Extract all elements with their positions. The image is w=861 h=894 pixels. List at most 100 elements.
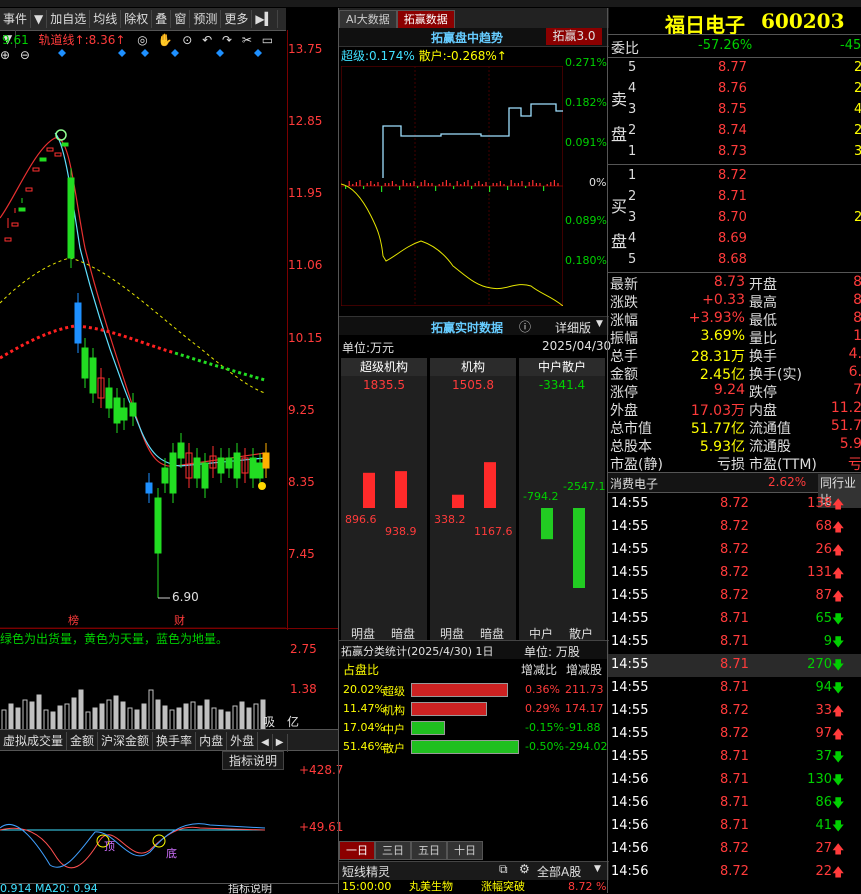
ask-row[interactable]: 2 8.74 2 <box>608 121 861 142</box>
tick-time: 14:56 <box>611 841 649 856</box>
tick-row[interactable]: 14:56 8.72 22 🡅 <box>608 861 861 884</box>
sector-row[interactable]: 消费电子 2.62% 同行业比 <box>608 472 861 508</box>
settings-icon[interactable]: ⚙ <box>519 862 530 876</box>
quote-label: 涨停 <box>610 385 638 401</box>
volume-bar <box>8 703 14 730</box>
arrow-up-icon: 🡅 <box>832 589 845 603</box>
tab-turnover[interactable]: 换手率 <box>153 732 197 750</box>
tick-row[interactable]: 14:55 8.72 87 🡅 <box>608 585 861 608</box>
menu-more[interactable]: 更多 <box>221 10 253 28</box>
menu-ma[interactable]: 均线 <box>90 10 122 28</box>
ask-row[interactable]: 5 8.77 2 <box>608 58 861 79</box>
tab-3day[interactable]: 三日 <box>375 841 411 860</box>
event-mark-finance[interactable]: 财 <box>174 612 185 628</box>
tick-row[interactable]: 14:55 8.72 97 🡅 <box>608 723 861 746</box>
tab-hs-amount[interactable]: 沪深金额 <box>98 732 154 750</box>
tick-row[interactable]: 14:56 8.71 41 🡇 <box>608 815 861 838</box>
ask-level: 5 <box>628 60 637 75</box>
ask-row[interactable]: 4 8.76 2 <box>608 79 861 100</box>
quote-row: 市盈(静) 亏损 市盈(TTM) 亏 <box>608 454 861 473</box>
trend-version-badge[interactable]: 拓赢3.0 <box>546 28 602 45</box>
tick-row[interactable]: 14:55 8.71 94 🡇 <box>608 677 861 700</box>
sprite-filter-icon[interactable]: ⧉ <box>499 862 508 877</box>
tab-1day[interactable]: 一日 <box>339 841 375 860</box>
tick-row[interactable]: 14:55 8.72 26 🡅 <box>608 539 861 562</box>
indicator-help-footer[interactable]: 指标说明 <box>228 884 272 894</box>
group-in-value: 896.6 <box>345 513 377 526</box>
tick-row[interactable]: 14:55 8.72 138 🡅 <box>608 493 861 516</box>
tab-virtual-volume[interactable]: 虚拟成交量 <box>0 732 68 750</box>
dropdown-arrow-icon[interactable]: ▼ <box>31 10 48 28</box>
detail-version-dropdown[interactable]: 详细版 <box>555 319 591 336</box>
low-price-label: 6.90 <box>172 590 199 604</box>
tab-tuoying-data[interactable]: 拓赢数据 <box>396 10 455 29</box>
volume-bar <box>1 709 7 730</box>
quote-label-2: 最低 <box>749 313 777 329</box>
trend-bar <box>463 182 465 186</box>
trend-bar <box>539 183 541 186</box>
classify-row: 20.02% 超级 0.36% 211.73 <box>339 681 609 698</box>
trend-tick: 0.182% <box>565 96 607 109</box>
dropdown-arrow-icon[interactable]: ▼ <box>594 864 601 874</box>
tick-row[interactable]: 14:55 8.72 68 🡅 <box>608 516 861 539</box>
track-value: 8.36↑ <box>88 33 126 47</box>
quote-value-2: 8 <box>853 310 861 326</box>
ask-row[interactable]: 3 8.75 4 <box>608 100 861 121</box>
trend-tick: 0.091% <box>565 136 607 149</box>
tab-ai-data[interactable]: AI大数据 <box>339 10 397 29</box>
volume-mark-absorb: 吸 <box>263 715 276 729</box>
tick-volume: 65 <box>815 611 832 626</box>
tick-row[interactable]: 14:55 8.72 33 🡅 <box>608 700 861 723</box>
tab-next-icon[interactable]: ▶ <box>273 734 288 752</box>
tick-row[interactable]: 14:56 8.72 27 🡅 <box>608 838 861 861</box>
tick-row[interactable]: 14:55 8.71 37 🡇 <box>608 746 861 769</box>
tick-row[interactable]: 14:55 8.71 65 🡇 <box>608 608 861 631</box>
tab-5day[interactable]: 五日 <box>411 841 447 860</box>
arrow-up-icon: 🡅 <box>832 566 845 580</box>
weibi-diff: -45 <box>840 38 861 53</box>
bid-row[interactable]: 5 8.68 <box>608 250 861 271</box>
info-icon[interactable]: ⓘ <box>519 318 531 335</box>
tick-row[interactable]: 14:56 8.71 130 🡇 <box>608 769 861 792</box>
tab-prev-icon[interactable]: ◀ <box>258 734 273 752</box>
volume-bar <box>225 711 231 730</box>
menu-add-favorite[interactable]: 加自选 <box>47 10 91 28</box>
event-mark-list[interactable]: 榜 <box>68 612 79 628</box>
sprite-scope[interactable]: 全部A股 <box>537 863 581 880</box>
play-icon[interactable]: ▶▍ <box>252 10 278 28</box>
tab-outer[interactable]: 外盘 <box>227 732 259 750</box>
bid-row[interactable]: 4 8.69 <box>608 229 861 250</box>
dropdown-arrow-icon[interactable]: ▼ <box>596 319 603 329</box>
trend-bar <box>363 186 365 189</box>
sprite-row[interactable]: 15:00:00 丸美生物 涨幅突破 8.72 % <box>339 880 609 893</box>
ask-price: 8.74 <box>718 123 747 138</box>
menu-forecast[interactable]: 预测 <box>190 10 222 28</box>
classify-amt: 211.73 <box>565 683 604 696</box>
tick-volume: 26 <box>815 542 832 557</box>
menu-overlay[interactable]: 叠 <box>152 10 172 28</box>
quote-value-2: 8 <box>853 292 861 308</box>
quote-row: 总手 28.31万 换手 4. <box>608 346 861 365</box>
menu-exright[interactable]: 除权 <box>121 10 153 28</box>
bid-row[interactable]: 1 8.72 <box>608 166 861 187</box>
quote-row: 总股本 5.93亿 流通股 5.9 <box>608 436 861 455</box>
bid-row[interactable]: 2 8.71 <box>608 187 861 208</box>
ask-row[interactable]: 1 8.73 3 <box>608 142 861 163</box>
tick-row[interactable]: 14:55 8.71 9 🡇 <box>608 631 861 654</box>
menu-event[interactable]: 事件 <box>0 10 32 28</box>
tick-row[interactable]: 14:56 8.71 86 🡇 <box>608 792 861 815</box>
tick-time: 14:56 <box>611 818 649 833</box>
tick-row[interactable]: 14:55 8.71 270 🡇 <box>608 654 861 677</box>
bid-row[interactable]: 3 8.70 2 <box>608 208 861 229</box>
tab-10day[interactable]: 十日 <box>447 841 483 860</box>
classify-unit: 单位: 万股 <box>524 645 580 659</box>
tab-amount[interactable]: 金额 <box>67 732 99 750</box>
volume-bar <box>50 711 56 730</box>
day-tabs: 一日 三日 五日 十日 <box>339 841 609 860</box>
tick-row[interactable]: 14:55 8.72 131 🡅 <box>608 562 861 585</box>
menu-window[interactable]: 窗 <box>171 10 191 28</box>
tab-inner[interactable]: 内盘 <box>196 732 228 750</box>
volume-bar <box>204 699 210 730</box>
indicator-help-button[interactable]: 指标说明 <box>222 751 285 770</box>
group-name: 超级机构 <box>359 360 408 374</box>
